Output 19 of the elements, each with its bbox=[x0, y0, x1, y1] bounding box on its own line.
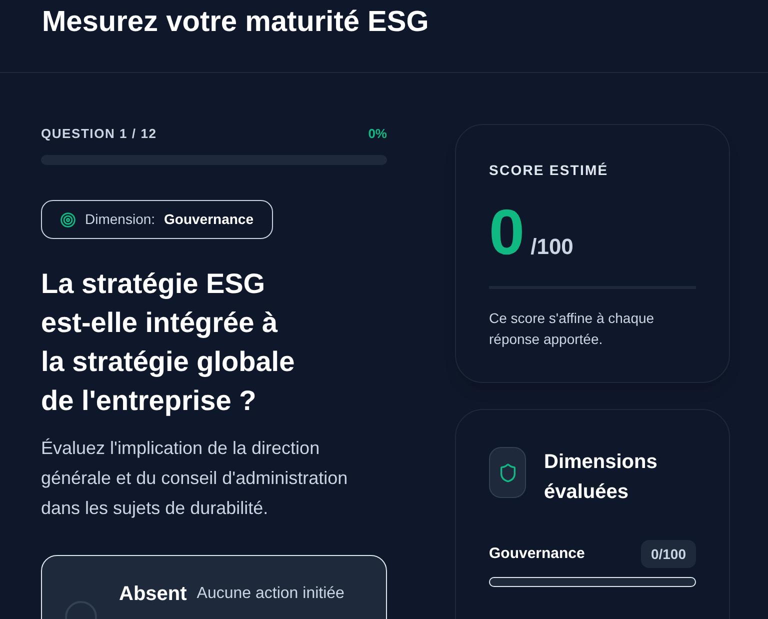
target-icon bbox=[60, 212, 76, 228]
score-note: Ce score s'affine à chaque réponse apportée. bbox=[489, 309, 656, 349]
dimension-score: 0/100 bbox=[640, 540, 696, 568]
dimension-name: Gouvernance bbox=[489, 544, 585, 564]
option-label: Absent bbox=[119, 582, 187, 607]
page-title: Mesurez votre maturité ESG bbox=[42, 5, 429, 40]
answer-option[interactable]: Absent Aucune action initiée bbox=[41, 555, 387, 619]
question-description: Évaluez l'implication de la direction générale et du conseil d'administration dans les sujets de durabilité. bbox=[41, 437, 349, 520]
dimensions-title: Dimensions évaluées bbox=[544, 450, 658, 505]
question-title: La stratégie ESG est-elle intégrée à la stratégie globale de l'entreprise ? bbox=[41, 267, 296, 418]
dimension-label: Dimension: bbox=[85, 210, 156, 229]
option-description: Aucune action initiée bbox=[196, 584, 344, 604]
score-max: /100 bbox=[530, 233, 574, 261]
question-counter: QUESTION 1 / 12 bbox=[41, 125, 157, 144]
progress-percent: 0% bbox=[368, 125, 387, 144]
score-title: SCORE ESTIMÉ bbox=[489, 161, 608, 180]
score-value: 0 bbox=[489, 200, 525, 264]
shield-icon bbox=[489, 447, 526, 498]
dimension-value: Gouvernance bbox=[164, 210, 254, 229]
